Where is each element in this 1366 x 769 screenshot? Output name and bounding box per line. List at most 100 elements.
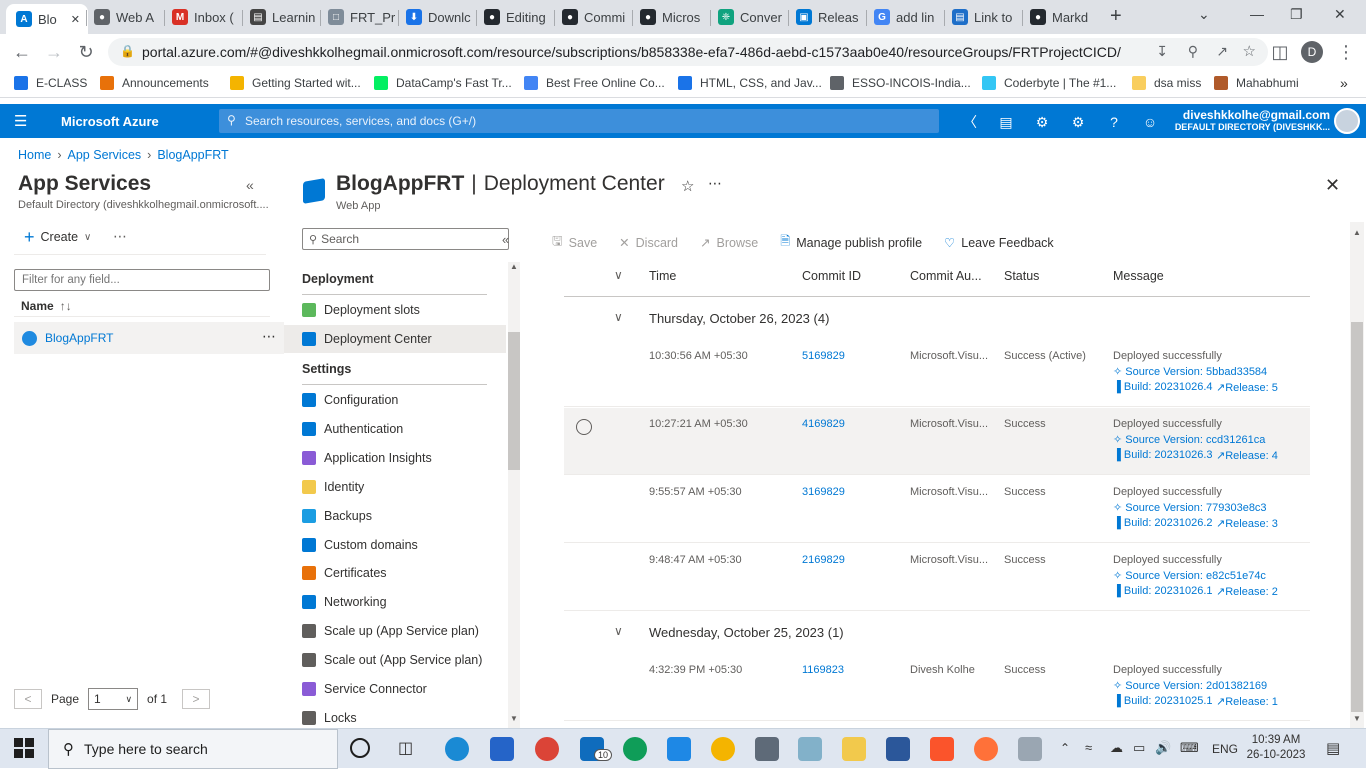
- source-version-link[interactable]: ✧ Source Version: ccd31261ca: [1113, 433, 1265, 446]
- chrome-profile-icon[interactable]: [623, 737, 647, 761]
- user-avatar[interactable]: [1334, 108, 1360, 134]
- menu-item-certificates[interactable]: Certificates: [284, 559, 506, 587]
- bookmark-item[interactable]: ESSO-INCOIS-India...: [830, 76, 971, 90]
- log-row[interactable]: 10:30:56 AM +05:30 5169829 Microsoft.Visu.…: [564, 340, 1310, 407]
- sidepanel-icon[interactable]: ◫: [1270, 42, 1290, 62]
- scroll-down-icon[interactable]: ▼: [1353, 714, 1361, 723]
- settings-gear-icon[interactable]: ⚙: [1069, 113, 1087, 131]
- release-link[interactable]: ↗Release: 4: [1216, 449, 1278, 462]
- menu-item-custom-domains[interactable]: Custom domains: [284, 531, 506, 559]
- edge-icon[interactable]: [445, 737, 469, 761]
- header-more-icon[interactable]: ⋯: [708, 175, 722, 192]
- hamburger-icon[interactable]: ☰: [14, 112, 27, 130]
- breadcrumb-blogappfrt[interactable]: BlogAppFRT: [157, 148, 228, 162]
- commit-id-link[interactable]: 1169823: [802, 664, 844, 676]
- close-tab-icon[interactable]: ✕: [71, 13, 80, 26]
- file-explorer-icon[interactable]: [842, 737, 866, 761]
- manage-publish-profile-button[interactable]: 🗎 Manage publish profile: [780, 232, 922, 253]
- bookmark-star-icon[interactable]: ☆: [1243, 42, 1256, 60]
- help-icon[interactable]: ?: [1105, 113, 1123, 131]
- bookmark-item[interactable]: HTML, CSS, and Jav...: [678, 76, 822, 90]
- share-icon[interactable]: ↗: [1216, 43, 1228, 60]
- column-header[interactable]: Message: [1113, 269, 1164, 283]
- build-link[interactable]: ▐ Build: 20231026.1: [1113, 585, 1213, 597]
- volume-icon[interactable]: 🔊: [1155, 740, 1171, 756]
- tray-chevron-icon[interactable]: ⌃: [1060, 741, 1070, 755]
- menu-item-identity[interactable]: Identity: [284, 473, 506, 501]
- menu-item-deployment-center[interactable]: Deployment Center: [284, 325, 506, 353]
- windows-start-icon[interactable]: [14, 738, 34, 758]
- breadcrumb-app-services[interactable]: App Services: [68, 148, 142, 162]
- more-options-icon[interactable]: ⋯: [113, 228, 127, 245]
- task-view-icon[interactable]: ◫: [398, 738, 413, 758]
- chrome-icon[interactable]: [535, 737, 559, 761]
- favorite-star-icon[interactable]: ☆: [681, 177, 694, 195]
- reload-icon[interactable]: ↻: [76, 42, 96, 62]
- release-link[interactable]: ↗Release: 5: [1216, 381, 1278, 394]
- menu-item-backups[interactable]: Backups: [284, 502, 506, 530]
- zoom-icon[interactable]: ⚲: [1188, 43, 1198, 60]
- bookmark-item[interactable]: Best Free Online Co...: [524, 76, 665, 90]
- bookmark-item[interactable]: Coderbyte | The #1...: [982, 76, 1116, 90]
- log-row[interactable]: 9:55:57 AM +05:30 3169829 Microsoft.Visu..…: [564, 476, 1310, 543]
- next-page-button[interactable]: >: [182, 689, 211, 709]
- browser-tab[interactable]: ● Editing: [478, 4, 552, 30]
- notifications-bell-icon[interactable]: ⚙: [1033, 113, 1051, 131]
- cloud-icon[interactable]: ☁: [1110, 740, 1123, 756]
- main-scroll-thumb[interactable]: [1351, 322, 1363, 712]
- minimize-icon[interactable]: —: [1250, 6, 1264, 22]
- filter-input[interactable]: [14, 269, 270, 291]
- column-header[interactable]: Time: [649, 269, 676, 283]
- scroll-up-icon[interactable]: ▲: [510, 262, 518, 271]
- app-list-item-label[interactable]: BlogAppFRT: [45, 331, 113, 345]
- release-link[interactable]: ↗Release: 2: [1216, 585, 1278, 598]
- profile-avatar[interactable]: D: [1301, 41, 1323, 63]
- brave-icon[interactable]: [930, 737, 954, 761]
- bookmark-item[interactable]: Announcements: [100, 76, 209, 90]
- maximize-icon[interactable]: ❐: [1290, 6, 1303, 23]
- release-link[interactable]: ↗Release: 1: [1216, 695, 1278, 708]
- menu-item-authentication[interactable]: Authentication: [284, 415, 506, 443]
- prev-page-button[interactable]: <: [14, 689, 42, 709]
- column-header[interactable]: Status: [1004, 269, 1039, 283]
- clock[interactable]: 10:39 AM 26-10-2023: [1246, 733, 1306, 763]
- breadcrumb-home[interactable]: Home: [18, 148, 51, 162]
- browser-tab[interactable]: ▤ Learnin: [244, 4, 318, 30]
- browser-menu-icon[interactable]: ⋮: [1336, 42, 1356, 62]
- address-bar[interactable]: 🔒 portal.azure.com/#@diveshkkolhegmail.o…: [108, 38, 1268, 66]
- chrome-alt-icon[interactable]: [711, 737, 735, 761]
- commit-id-link[interactable]: 4169829: [802, 418, 845, 430]
- menu-search-input[interactable]: ⚲ Search: [302, 228, 509, 250]
- menu-item-configuration[interactable]: Configuration: [284, 386, 506, 414]
- column-header[interactable]: Commit ID: [802, 269, 861, 283]
- log-row[interactable]: 4:32:39 PM +05:30 1169823 Divesh Kolhe Succ…: [564, 654, 1310, 721]
- window-close-icon[interactable]: ✕: [1334, 6, 1346, 23]
- account-info[interactable]: diveshkkolhe@gmail.com DEFAULT DIRECTORY…: [1170, 109, 1330, 133]
- close-icon[interactable]: ✕: [1325, 175, 1340, 196]
- bookmark-item[interactable]: dsa miss: [1132, 76, 1201, 90]
- directory-filter-icon[interactable]: ▤: [997, 113, 1015, 131]
- bookmark-item[interactable]: DataCamp's Fast Tr...: [374, 76, 512, 90]
- column-header[interactable]: Commit Au...: [910, 269, 982, 283]
- word-icon[interactable]: [886, 737, 910, 761]
- browser-tab[interactable]: ❈ Conver: [712, 4, 786, 30]
- menu-item-deployment-slots[interactable]: Deployment slots: [284, 296, 506, 324]
- log-group-header[interactable]: ∨ Thursday, October 26, 2023 (4): [564, 302, 1310, 336]
- source-version-link[interactable]: ✧ Source Version: 2d01382169: [1113, 679, 1267, 692]
- menu-item-scale-up-app-service-plan[interactable]: Scale up (App Service plan): [284, 617, 506, 645]
- back-icon[interactable]: ←: [12, 42, 32, 62]
- log-group-header[interactable]: ∨ Wednesday, October 25, 2023 (1): [564, 616, 1310, 650]
- app-list-item[interactable]: BlogAppFRT ⋯: [14, 322, 284, 354]
- browser-tab[interactable]: □ FRT_Pr: [322, 4, 396, 30]
- browser-tab[interactable]: ● Commi: [556, 4, 630, 30]
- performance-monitor-icon[interactable]: [1018, 737, 1042, 761]
- menu-item-networking[interactable]: Networking: [284, 588, 506, 616]
- install-icon[interactable]: ↧: [1156, 43, 1168, 60]
- commit-id-link[interactable]: 5169829: [802, 350, 845, 362]
- browser-tab[interactable]: ▣ Releas: [790, 4, 864, 30]
- page-select[interactable]: 1 ∨: [88, 688, 139, 710]
- language-indicator[interactable]: ENG: [1212, 742, 1238, 756]
- tab-search-icon[interactable]: ⌄: [1198, 6, 1210, 23]
- name-column-header[interactable]: Name ↑↓: [21, 299, 72, 313]
- source-version-link[interactable]: ✧ Source Version: 779303e8c3: [1113, 501, 1267, 514]
